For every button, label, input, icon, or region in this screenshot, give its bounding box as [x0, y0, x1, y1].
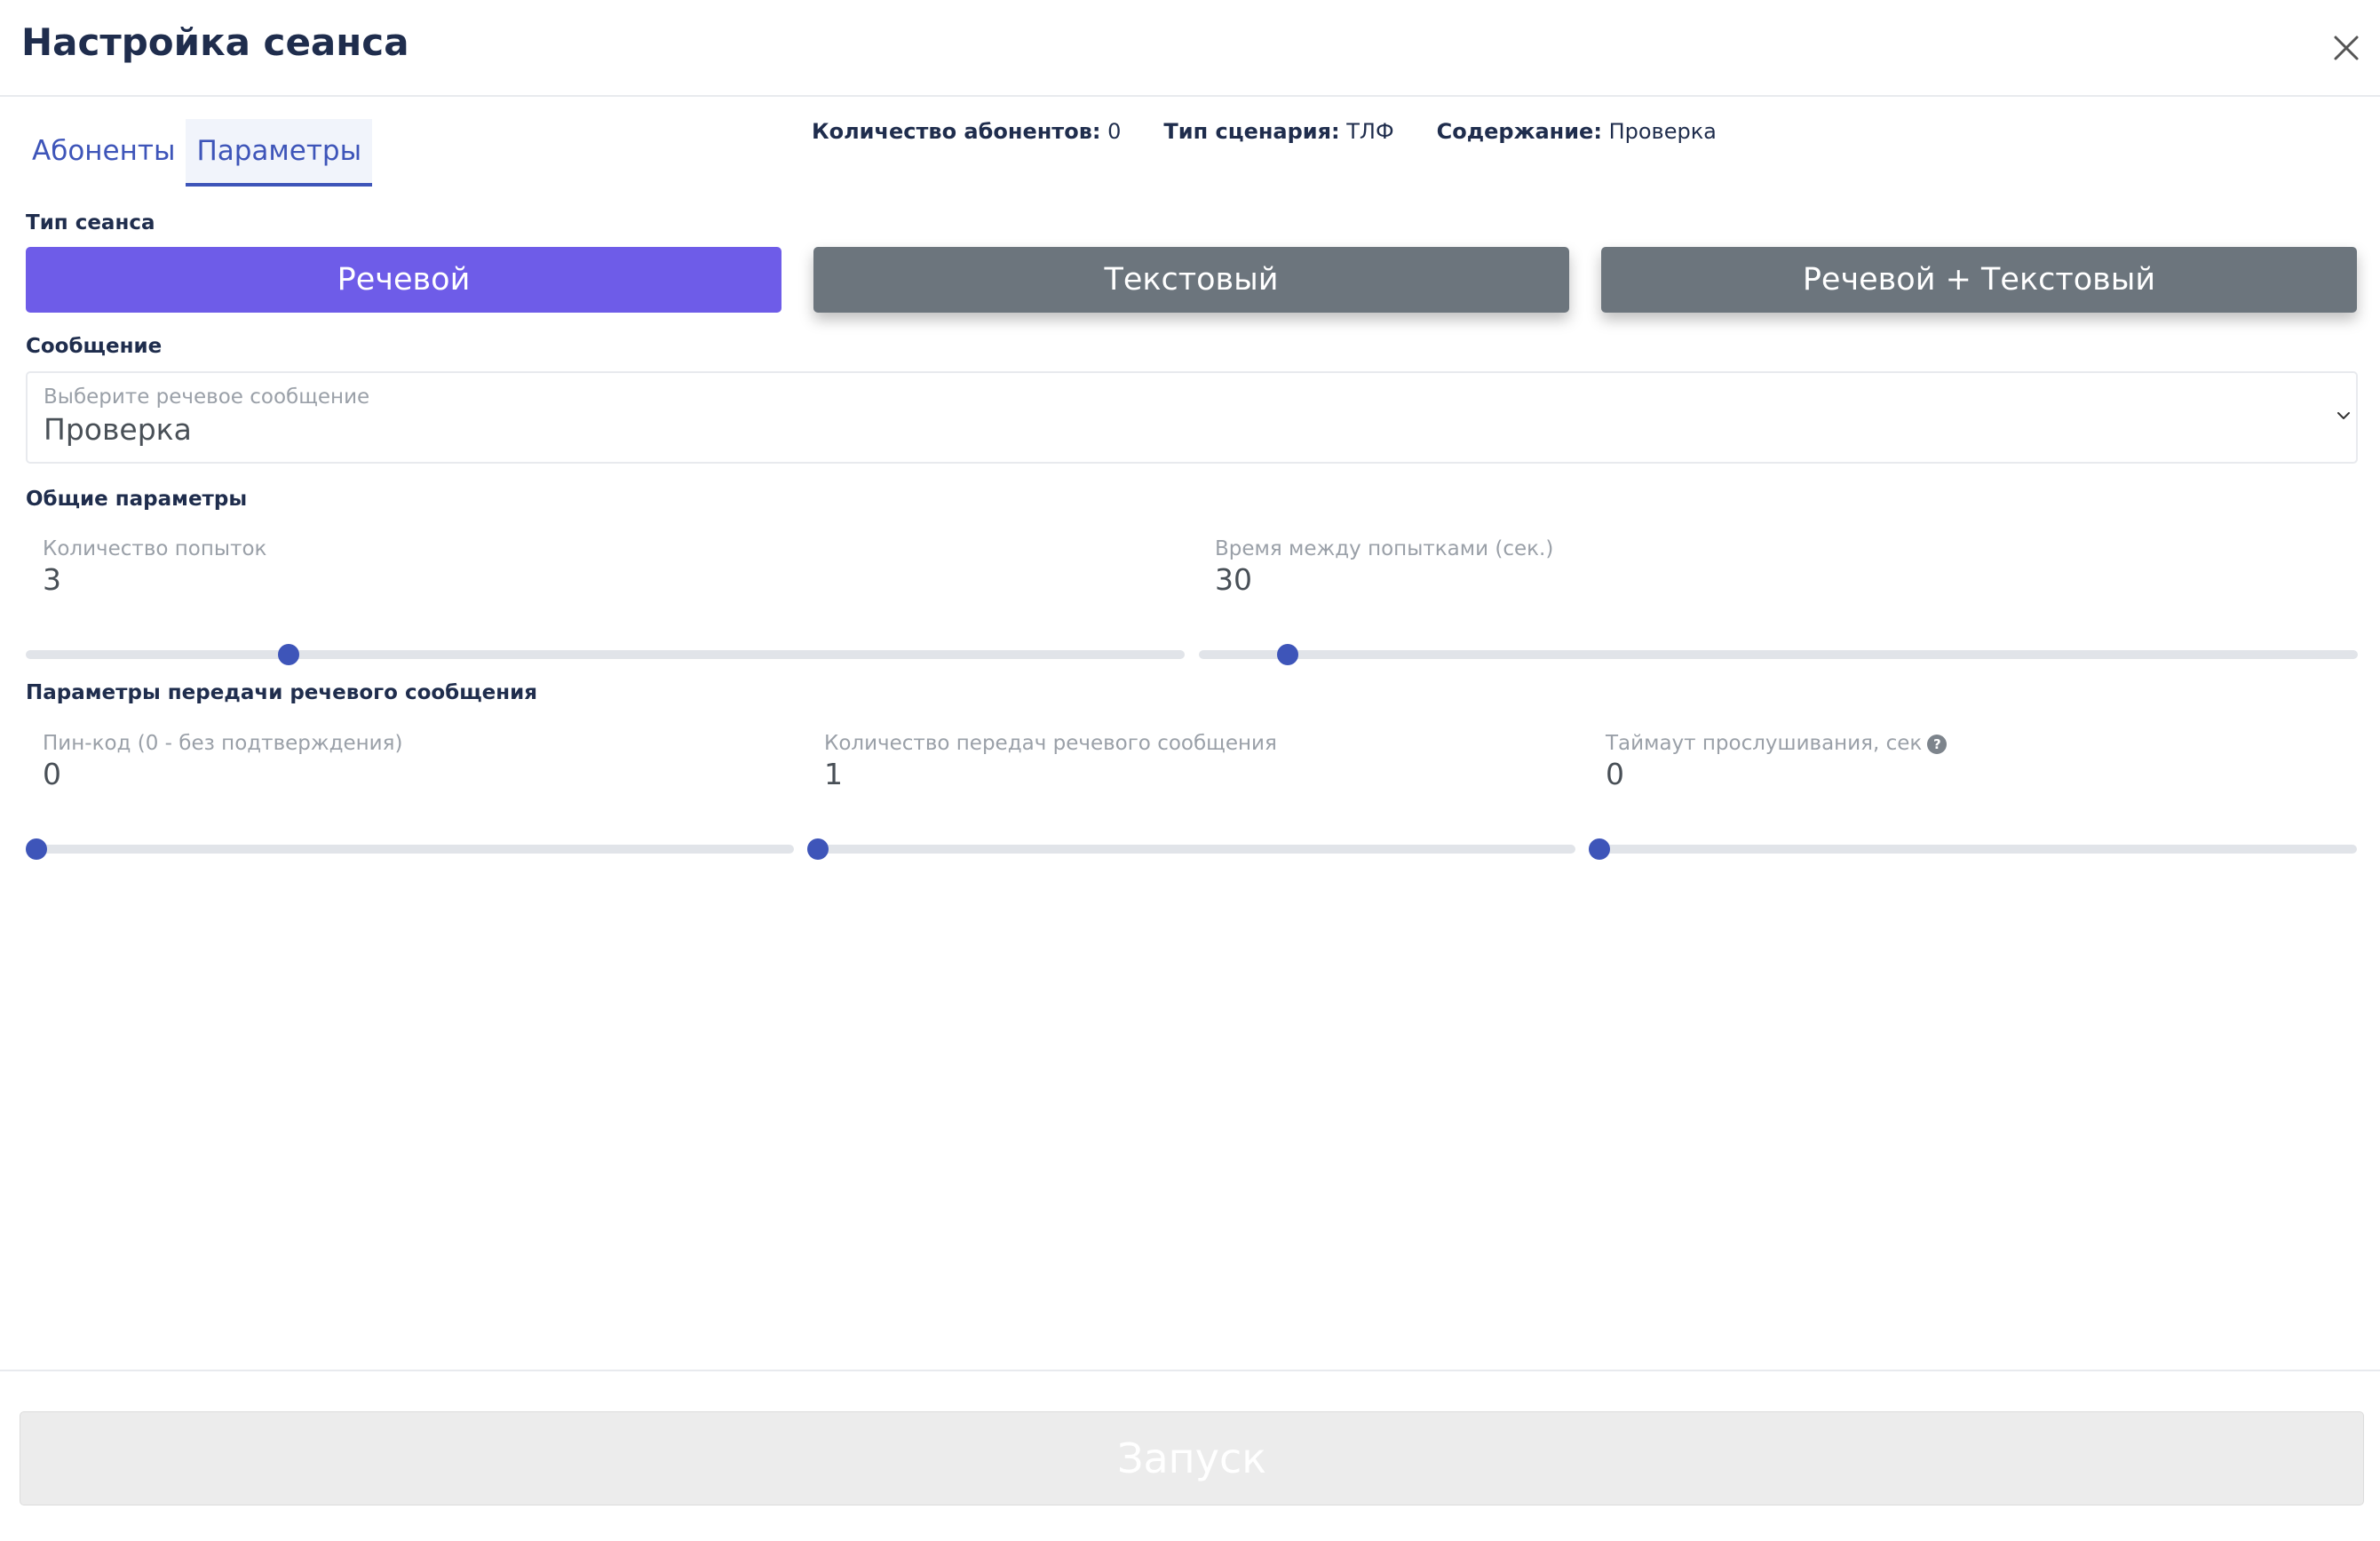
slider-thumb[interactable] — [278, 644, 300, 665]
session-settings-dialog: Настройка сеанса Абоненты Параметры Коли… — [0, 0, 2380, 1541]
summary-subscribers-value: 0 — [1107, 119, 1122, 144]
session-type-label: Тип сеанса — [26, 211, 155, 234]
slider-thumb[interactable] — [807, 838, 829, 860]
message-select-placeholder: Выберите речевое сообщение — [44, 385, 370, 409]
tab-subscribers[interactable]: Абоненты — [21, 119, 186, 187]
slider-track — [807, 845, 1575, 854]
voice-params-label: Параметры передачи речевого сообщения — [26, 681, 538, 704]
tab-bar: Абоненты Параметры — [21, 119, 373, 187]
summary-subscribers-label: Количество абонентов: — [812, 119, 1101, 144]
dialog-footer: Запуск — [0, 1370, 2380, 1541]
slider-thumb[interactable] — [26, 838, 47, 860]
tab-parameters[interactable]: Параметры — [186, 119, 373, 187]
summary-scenario: Тип сценария: ТЛФ — [1163, 118, 1393, 145]
slider-track — [1589, 845, 2357, 854]
attempts-slider[interactable] — [26, 642, 1185, 667]
slider-thumb[interactable] — [1277, 644, 1299, 665]
close-icon[interactable] — [2327, 28, 2366, 68]
pin-value: 0 — [43, 757, 61, 791]
summary-content-value: Проверка — [1608, 119, 1717, 144]
summary-scenario-value: ТЛФ — [1346, 119, 1394, 144]
summary-content: Содержание: Проверка — [1437, 118, 1717, 145]
message-select-value: Проверка — [44, 412, 192, 447]
slider-track — [26, 845, 794, 854]
slider-track — [1199, 650, 2358, 659]
summary-subscribers: Количество абонентов: 0 — [812, 118, 1121, 145]
dialog-header: Настройка сеанса — [0, 0, 2380, 97]
message-label: Сообщение — [26, 335, 163, 358]
message-select[interactable]: Выберите речевое сообщение Проверка — [26, 371, 2358, 464]
repeats-label: Количество передач речевого сообщения — [824, 732, 1277, 755]
slider-track — [26, 650, 1185, 659]
question-circle-icon[interactable]: ? — [1927, 734, 1948, 754]
summary-scenario-label: Тип сценария: — [1163, 119, 1340, 144]
interval-label: Время между попытками (сек.) — [1215, 537, 1554, 560]
repeats-value: 1 — [824, 757, 843, 791]
type-voice-button[interactable]: Речевой — [26, 247, 781, 313]
pin-label: Пин-код (0 - без подтверждения) — [43, 732, 403, 755]
timeout-label: Таймаут прослушивания, сек? — [1606, 730, 1948, 757]
attempts-value: 3 — [43, 562, 61, 597]
summary-content-label: Содержание: — [1436, 119, 1602, 144]
interval-value: 30 — [1215, 562, 1252, 597]
repeats-slider[interactable] — [807, 837, 1575, 862]
slider-thumb[interactable] — [1589, 838, 1610, 860]
pin-slider[interactable] — [26, 837, 794, 862]
timeout-slider[interactable] — [1589, 837, 2357, 862]
type-voice-text-button[interactable]: Речевой + Текстовый — [1601, 247, 2357, 313]
dialog-title: Настройка сеанса — [21, 20, 409, 64]
chevron-down-icon — [2337, 412, 2350, 419]
interval-slider[interactable] — [1199, 642, 2358, 667]
general-params-label: Общие параметры — [26, 488, 248, 511]
launch-button[interactable]: Запуск — [20, 1411, 2364, 1505]
attempts-label: Количество попыток — [43, 537, 267, 560]
session-summary: Количество абонентов: 0 Тип сценария: ТЛ… — [812, 118, 1759, 145]
type-text-button[interactable]: Текстовый — [813, 247, 1569, 313]
timeout-label-text: Таймаут прослушивания, сек — [1606, 732, 1923, 755]
timeout-value: 0 — [1606, 757, 1624, 791]
